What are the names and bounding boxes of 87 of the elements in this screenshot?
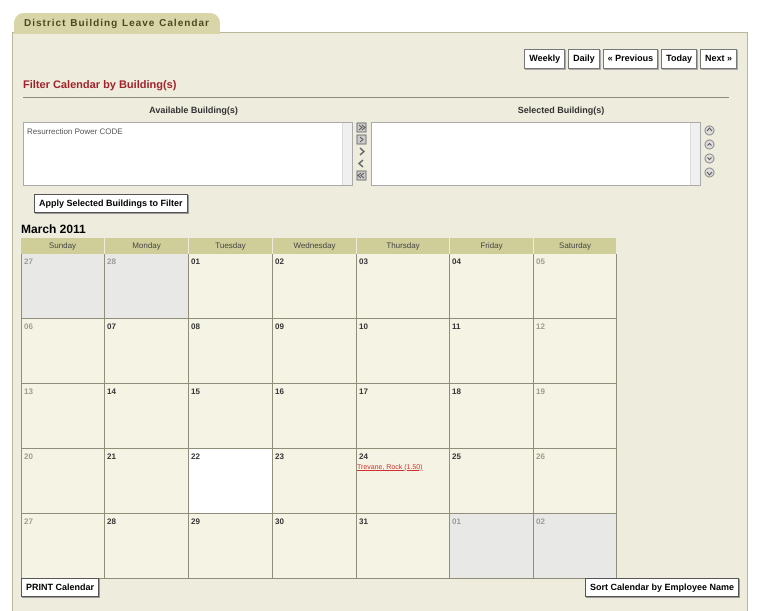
- day-number: 27: [24, 256, 33, 268]
- nav-button[interactable]: Today: [661, 49, 697, 68]
- day-number: 18: [452, 386, 461, 398]
- sort-button[interactable]: Sort Calendar by Employee Name: [584, 578, 739, 597]
- weekday-header: Saturday: [534, 238, 617, 254]
- day-number: 12: [536, 320, 545, 332]
- day-number: 28: [107, 516, 116, 528]
- day-number: 11: [452, 320, 460, 332]
- day-number: 07: [107, 320, 116, 332]
- filter-heading: Filter Calendar by Building(s): [23, 76, 729, 98]
- nav-button[interactable]: Daily: [568, 49, 600, 68]
- day-number: 20: [24, 450, 33, 462]
- day-number: 02: [536, 516, 545, 528]
- print-button[interactable]: PRINT Calendar: [21, 578, 100, 597]
- day-number: 21: [107, 450, 116, 462]
- move-top-icon[interactable]: [704, 124, 715, 136]
- day-cell[interactable]: 18: [450, 384, 534, 448]
- day-number: 08: [191, 320, 200, 332]
- nav-button[interactable]: Weekly: [524, 49, 566, 68]
- day-number: 26: [536, 450, 545, 462]
- day-number: 17: [359, 386, 368, 398]
- day-number: 09: [275, 320, 284, 332]
- day-cell[interactable]: 21: [105, 448, 189, 514]
- move-up-icon[interactable]: [704, 138, 715, 150]
- day-number: 01: [452, 516, 461, 528]
- day-cell[interactable]: 23: [273, 448, 357, 514]
- day-cell[interactable]: 28: [105, 514, 189, 578]
- column-label: Selected Building(s): [518, 104, 604, 117]
- column-label: Available Building(s): [149, 104, 238, 117]
- day-cell[interactable]: 09: [273, 318, 357, 384]
- day-cell[interactable]: 01: [189, 254, 273, 318]
- day-number: 30: [275, 516, 284, 528]
- day-cell[interactable]: 04: [450, 254, 534, 318]
- list-item[interactable]: Resurrection Power CODE: [27, 126, 339, 138]
- day-cell[interactable]: 30: [273, 514, 357, 578]
- day-cell[interactable]: 10: [357, 318, 450, 384]
- weekday-header: Tuesday: [189, 238, 273, 254]
- move-all-right-icon[interactable]: [356, 122, 367, 132]
- day-number: 13: [24, 386, 33, 398]
- move-right-icon[interactable]: [356, 134, 367, 144]
- nav-button[interactable]: « Previous: [602, 49, 658, 68]
- weekday-header: Thursday: [357, 238, 450, 254]
- day-number: 02: [275, 256, 284, 268]
- day-number: 27: [24, 516, 33, 528]
- day-number: 14: [107, 386, 116, 398]
- day-cell[interactable]: 29: [189, 514, 273, 578]
- scrollbar[interactable]: [690, 122, 700, 184]
- move-bottom-icon[interactable]: [704, 166, 715, 178]
- day-cell[interactable]: 02: [273, 254, 357, 318]
- day-number: 15: [191, 386, 200, 398]
- day-cell[interactable]: 08: [189, 318, 273, 384]
- day-number: 23: [275, 450, 284, 462]
- day-cell[interactable]: 25: [450, 448, 534, 514]
- move-all-left-icon[interactable]: [356, 170, 367, 180]
- weekday-header: Friday: [450, 238, 534, 254]
- move-down-icon[interactable]: [704, 152, 715, 164]
- nav-button[interactable]: Next »: [700, 49, 737, 68]
- day-cell[interactable]: 07: [105, 318, 189, 384]
- weekday-header: Sunday: [21, 238, 105, 254]
- day-cell[interactable]: 03: [357, 254, 450, 318]
- day-number: 05: [536, 256, 545, 268]
- day-number: 01: [191, 256, 200, 268]
- day-cell[interactable]: 16: [273, 384, 357, 448]
- day-number: 10: [359, 320, 368, 332]
- day-cell[interactable]: 31: [357, 514, 450, 578]
- day-cell[interactable]: 22: [189, 448, 273, 514]
- day-number: 04: [452, 256, 461, 268]
- day-number: 22: [191, 450, 200, 462]
- weekday-header: Wednesday: [273, 238, 357, 254]
- day-number: 24: [359, 450, 368, 462]
- day-cell[interactable]: 15: [189, 384, 273, 448]
- day-number: 28: [107, 256, 116, 268]
- day-number: 25: [452, 450, 461, 462]
- apply-filter-button[interactable]: Apply Selected Buildings to Filter: [34, 194, 188, 213]
- day-cell[interactable]: 11: [450, 318, 534, 384]
- available-list[interactable]: Resurrection Power CODE: [23, 122, 353, 186]
- day-number: 03: [359, 256, 368, 268]
- day-number: 16: [275, 386, 284, 398]
- weekday-header: Monday: [105, 238, 189, 254]
- day-cell[interactable]: 14: [105, 384, 189, 448]
- month-title: March 2011: [21, 220, 87, 238]
- day-number: 29: [191, 516, 200, 528]
- day-number: 06: [24, 320, 33, 332]
- day-number: 31: [359, 516, 368, 528]
- day-cell[interactable]: 17: [357, 384, 450, 448]
- scrollbar[interactable]: [342, 122, 352, 184]
- day-number: 19: [536, 386, 545, 398]
